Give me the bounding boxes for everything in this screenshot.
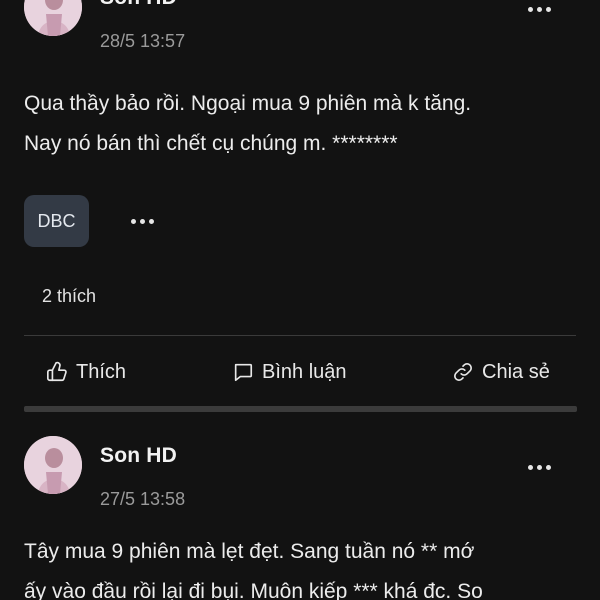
like-count[interactable]: 2 thích [42,286,96,307]
post-separator [24,406,577,412]
post-more-options-button[interactable] [526,455,552,479]
comment-button-label: Bình luận [262,360,347,383]
share-button[interactable]: Chia sẻ [452,354,550,390]
like-button-label: Thích [76,360,127,383]
more-horizontal-icon [128,209,156,233]
post-actions-bar: Thích Bình luận Chia sẻ [0,354,600,390]
thumbs-up-icon [47,361,67,382]
post-content: Tây mua 9 phiên mà lẹt đẹt. Sang tuần nó… [24,540,483,600]
share-button-label: Chia sẻ [482,360,550,383]
divider [24,335,576,336]
post-author[interactable]: Son HD [100,444,177,468]
post-content: Qua thầy bảo rồi. Ngoại mua 9 phiên mà k… [24,92,472,155]
feed-screen: Son HD 28/5 13:57 Qua thầy bảo rồi. Ngoạ… [0,0,600,600]
avatar-image [24,0,82,36]
avatar[interactable] [24,436,82,494]
comment-button[interactable]: Bình luận [232,354,347,390]
post-timestamp: 27/5 13:58 [100,489,186,509]
tag-more-button[interactable] [128,209,156,233]
like-button[interactable]: Thích [46,354,126,390]
link-icon [454,363,472,381]
post-timestamp: 28/5 13:57 [100,31,186,51]
avatar-image [24,436,82,494]
post-author[interactable]: Son HD [100,0,177,10]
comment-icon [234,363,253,382]
avatar[interactable] [24,0,82,36]
more-horizontal-icon [526,455,552,479]
stock-tag-button[interactable]: DBC [24,195,89,247]
more-horizontal-icon [526,0,552,21]
post-more-options-button[interactable] [526,0,552,21]
